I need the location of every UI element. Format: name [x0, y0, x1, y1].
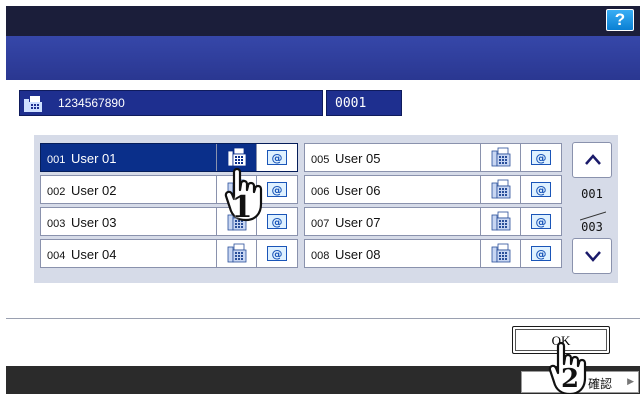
svg-text:@: @: [536, 216, 547, 229]
address-row[interactable]: 006 User 06 @: [304, 175, 562, 204]
svg-text:@: @: [272, 152, 283, 165]
fax-destination-button[interactable]: [480, 144, 520, 171]
address-row-name: 005 User 05: [311, 151, 381, 166]
callout-step-1: 1: [231, 190, 253, 225]
svg-text:@: @: [536, 184, 547, 197]
arrow-right-icon: ▶: [627, 376, 634, 386]
svg-text:@: @: [272, 248, 283, 261]
email-icon: @: [531, 182, 551, 197]
destination-fax-number: 1234567890: [58, 96, 125, 110]
chevron-down-icon: [585, 251, 601, 262]
fax-icon: [491, 179, 511, 199]
separator: [6, 318, 640, 319]
fax-icon: [491, 243, 511, 263]
address-row-name: 003 User 03: [47, 215, 117, 230]
svg-text:@: @: [272, 216, 283, 229]
address-row-label: User 02: [70, 183, 117, 198]
address-row-number: 002: [47, 186, 66, 198]
email-icon: @: [267, 182, 287, 197]
scroll-up-button[interactable]: [572, 142, 612, 178]
address-row-label: User 05: [334, 151, 381, 166]
email-icon: @: [531, 246, 551, 261]
address-row-label: User 03: [70, 215, 117, 230]
address-row-number: 001: [47, 154, 66, 166]
address-row-number: 004: [47, 250, 66, 262]
chevron-up-icon: [585, 154, 601, 165]
title-bar: [6, 36, 640, 80]
fax-icon: [491, 211, 511, 231]
email-destination-button[interactable]: @: [520, 240, 561, 267]
address-row-label: User 01: [70, 151, 117, 166]
fax-icon: [227, 147, 247, 167]
fax-destination-button[interactable]: [480, 176, 520, 203]
email-icon: @: [531, 214, 551, 229]
email-icon: @: [267, 150, 287, 165]
address-row-label: User 08: [334, 247, 381, 262]
email-icon: @: [267, 214, 287, 229]
email-destination-button[interactable]: @: [520, 208, 561, 235]
top-bar: ?: [6, 6, 640, 36]
callout-step-2: 2: [560, 364, 580, 394]
address-row-label: User 04: [70, 247, 117, 262]
address-row-name: 004 User 04: [47, 247, 117, 262]
address-row-name: 008 User 08: [311, 247, 381, 262]
fax-icon: [24, 96, 42, 115]
address-row[interactable]: 008 User 08 @: [304, 239, 562, 268]
address-row-number: 006: [311, 186, 330, 198]
fax-icon: [227, 243, 247, 263]
address-row-number: 005: [311, 154, 330, 166]
address-row[interactable]: 005 User 05 @: [304, 143, 562, 172]
svg-text:@: @: [536, 248, 547, 261]
address-row-name: 001 User 01: [47, 151, 117, 166]
address-row-number: 003: [47, 218, 66, 230]
email-destination-button[interactable]: @: [520, 144, 561, 171]
destination-count: 0001: [326, 90, 402, 116]
svg-text:@: @: [536, 152, 547, 165]
address-row-label: User 07: [334, 215, 381, 230]
pager: 001 003: [572, 142, 614, 274]
address-row[interactable]: 004 User 04 @: [40, 239, 298, 268]
address-row-name: 006 User 06: [311, 183, 381, 198]
scroll-down-button[interactable]: [572, 238, 612, 274]
address-row-number: 007: [311, 218, 330, 230]
email-icon: @: [531, 150, 551, 165]
fax-icon: [491, 147, 511, 167]
address-row[interactable]: 007 User 07 @: [304, 207, 562, 236]
help-button[interactable]: ?: [606, 9, 634, 31]
fax-destination-button[interactable]: [216, 240, 256, 267]
page-current: 001: [581, 187, 603, 201]
fax-destination-button[interactable]: [480, 208, 520, 235]
page-total: 003: [581, 220, 603, 234]
email-destination-button[interactable]: @: [520, 176, 561, 203]
address-row-name: 007 User 07: [311, 215, 381, 230]
svg-text:@: @: [272, 184, 283, 197]
email-icon: @: [267, 246, 287, 261]
address-row-name: 002 User 02: [47, 183, 117, 198]
address-row-label: User 06: [334, 183, 381, 198]
email-destination-button[interactable]: @: [256, 240, 297, 267]
destination-fax-field: 1234567890: [19, 90, 323, 116]
bottom-bar: 確認 ▶: [6, 366, 640, 394]
fax-destination-button[interactable]: [480, 240, 520, 267]
address-row-number: 008: [311, 250, 330, 262]
